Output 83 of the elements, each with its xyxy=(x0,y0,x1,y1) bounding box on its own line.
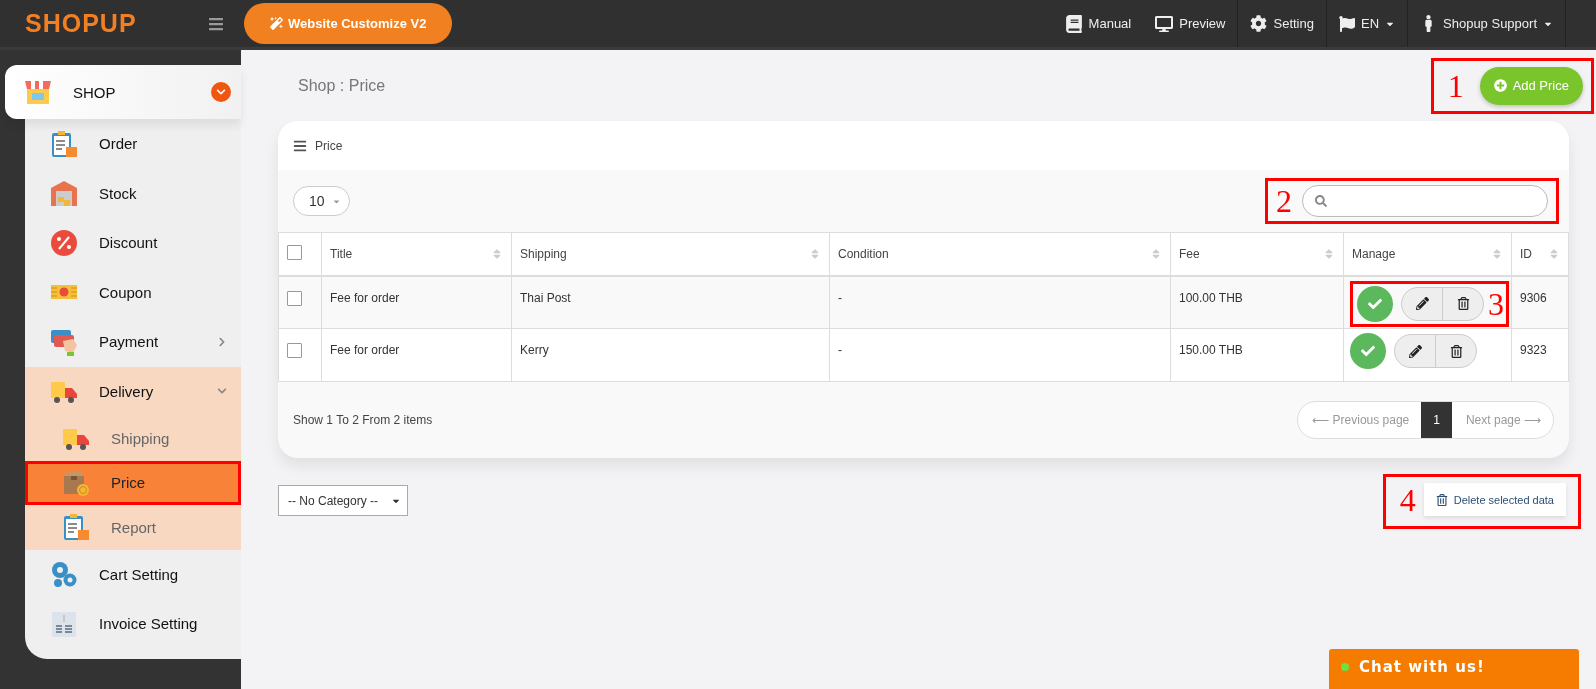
settings-icon xyxy=(1250,15,1268,32)
sidebar-item[interactable]: Discount xyxy=(25,218,241,268)
sidebar-item[interactable]: Payment xyxy=(25,317,241,367)
check-icon xyxy=(1368,296,1382,311)
percent-badge-icon xyxy=(49,227,79,258)
sort-icon xyxy=(1150,247,1162,260)
status-toggle-button[interactable] xyxy=(1350,333,1386,369)
category-select[interactable]: -- No Category -- xyxy=(278,485,408,516)
monitor-icon xyxy=(1155,14,1174,33)
sidebar-item[interactable]: Cart Setting xyxy=(25,549,241,599)
sort-icon xyxy=(809,247,821,260)
delete-selected-button[interactable]: Delete selected data xyxy=(1423,483,1566,516)
edit-button[interactable] xyxy=(1394,334,1436,368)
book-icon xyxy=(1064,14,1083,33)
table-cell: 100.00 THB xyxy=(1170,275,1344,329)
checkbox[interactable] xyxy=(287,244,302,260)
table-cell: Kerry xyxy=(511,328,830,382)
column-header[interactable]: Fee xyxy=(1170,232,1344,276)
search-field[interactable] xyxy=(1302,185,1548,217)
pencil-icon xyxy=(1408,344,1422,358)
checkbox[interactable] xyxy=(287,290,302,306)
table-cell: 9323 xyxy=(1511,328,1569,382)
breadcrumb: Shop : Price xyxy=(298,76,386,95)
page-number[interactable]: 1 xyxy=(1421,402,1452,438)
table-cell: 150.00 THB xyxy=(1170,328,1344,382)
sort-icon xyxy=(1491,247,1503,260)
callout-number: 3 xyxy=(1488,287,1504,320)
table-cell: Fee for order xyxy=(321,328,512,382)
sort-icon xyxy=(1323,247,1335,260)
pencil-icon xyxy=(1415,297,1429,310)
table-cell: - xyxy=(829,275,1171,329)
delete-button[interactable] xyxy=(1442,286,1484,321)
gears-icon xyxy=(49,559,79,590)
trash-icon xyxy=(1449,344,1463,358)
sort-icon xyxy=(491,247,503,260)
sidebar-item[interactable]: Coupon xyxy=(25,267,241,317)
top-menu-link[interactable]: Manual xyxy=(1052,0,1144,47)
check-icon xyxy=(1361,344,1375,358)
summary-text: Show 1 To 2 From 2 items xyxy=(293,413,433,427)
table-cell: 9306 xyxy=(1511,275,1569,329)
column-header[interactable]: Shipping xyxy=(511,232,830,276)
top-menu-link[interactable]: Setting xyxy=(1237,0,1326,47)
callout-number: 4 xyxy=(1399,483,1416,516)
top-menu-link[interactable]: Shopup Support xyxy=(1407,0,1565,47)
warehouse-icon xyxy=(49,178,79,209)
plus-icon xyxy=(1493,79,1507,92)
callout-number: 1 xyxy=(1447,69,1464,102)
page-size-select[interactable]: 10 xyxy=(293,186,350,216)
sidebar-subitem[interactable]: Price xyxy=(25,460,241,505)
column-header[interactable]: Condition xyxy=(829,232,1171,276)
logo[interactable]: SHOPUP xyxy=(0,9,200,38)
sidebar-item[interactable]: Invoice Setting xyxy=(25,599,241,649)
delete-button[interactable] xyxy=(1435,334,1477,368)
trash-icon xyxy=(1435,493,1448,506)
sidebar-section[interactable]: SHOP xyxy=(5,65,241,119)
clipboard-icon xyxy=(49,128,79,159)
clipboard-icon xyxy=(61,512,91,543)
top-menu-link[interactable]: Preview xyxy=(1143,0,1238,47)
flag-icon xyxy=(1338,15,1355,32)
sidebar-subitem[interactable]: Report xyxy=(25,505,241,550)
list-icon xyxy=(293,138,307,153)
callout-number: 2 xyxy=(1276,185,1292,217)
search-icon xyxy=(1315,195,1327,207)
table-cell: - xyxy=(829,328,1171,382)
checkbox[interactable] xyxy=(287,343,302,358)
sidebar-item[interactable]: Stock xyxy=(25,168,241,218)
column-header[interactable]: Manage xyxy=(1343,232,1512,276)
top-menu-link[interactable]: EN xyxy=(1325,0,1408,47)
menu-icon[interactable] xyxy=(208,15,224,32)
edit-button[interactable] xyxy=(1401,286,1443,321)
sidebar-subitem[interactable]: Shipping xyxy=(25,416,241,461)
column-header[interactable]: Title xyxy=(321,232,512,276)
magic-wand-icon xyxy=(270,17,283,30)
table-cell: Fee for order xyxy=(321,275,512,329)
chat-label: Chat with us! xyxy=(1359,658,1485,676)
sort-icon xyxy=(1548,247,1560,260)
trash-icon xyxy=(1456,297,1470,310)
card-title: Price xyxy=(315,138,343,153)
table-cell: Thai Post xyxy=(511,275,830,329)
sidebar-item[interactable]: Delivery xyxy=(25,366,241,416)
column-header[interactable]: ID xyxy=(1511,232,1569,276)
sidebar-item[interactable]: Order xyxy=(25,119,241,169)
status-toggle-button[interactable] xyxy=(1357,285,1393,322)
